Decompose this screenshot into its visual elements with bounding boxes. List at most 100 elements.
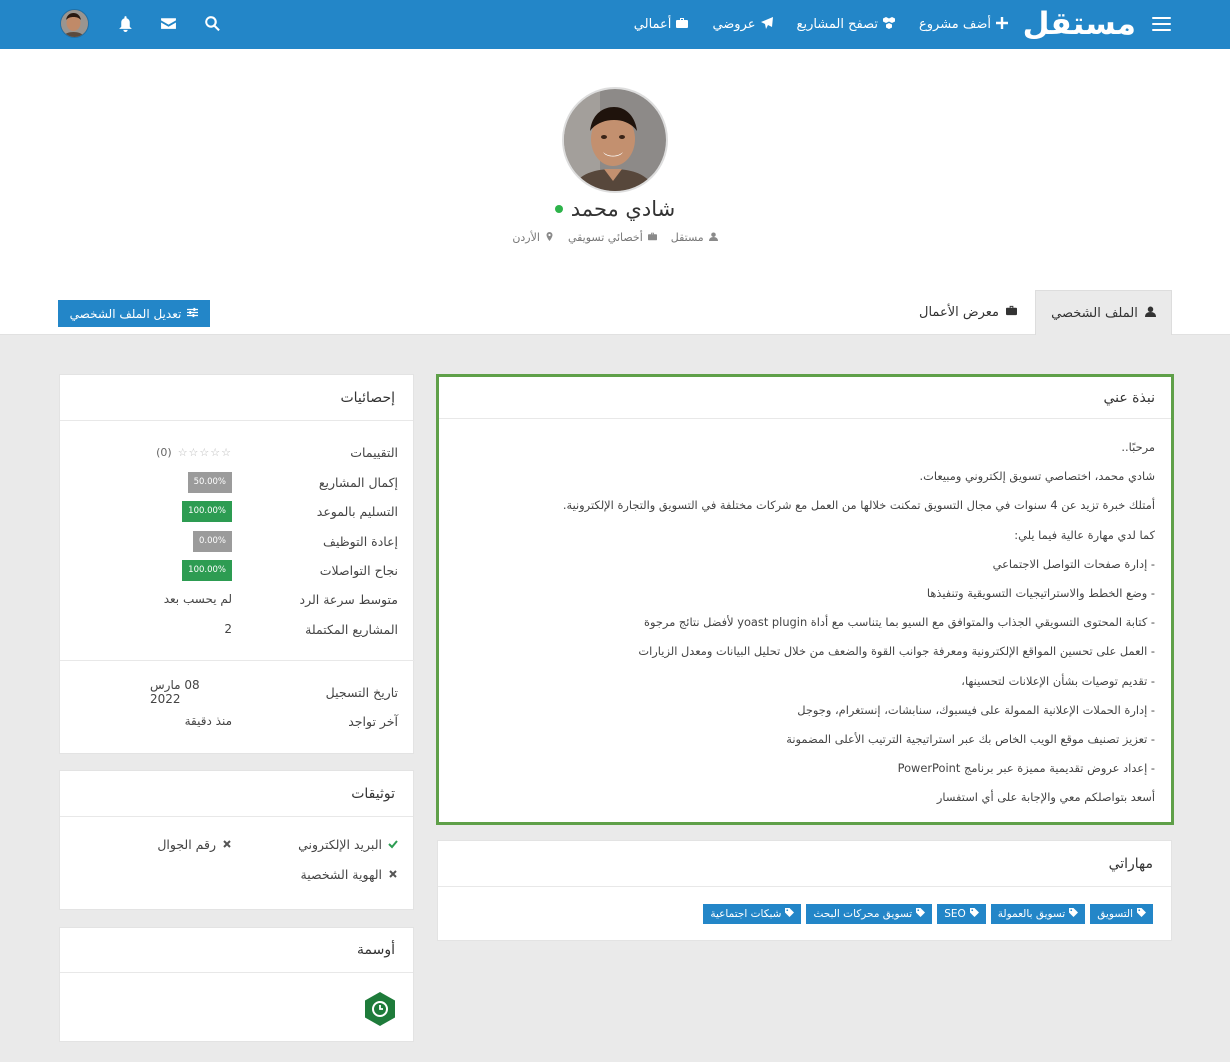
plus-icon [996, 16, 1008, 33]
about-line: - إعداد عروض تقديمية مميزة عبر برنامج Po… [897, 761, 1155, 776]
stat-value: 50.00% [150, 471, 232, 493]
envelope-icon[interactable] [160, 15, 177, 32]
user-avatar[interactable] [60, 9, 89, 38]
briefcase-icon [1005, 305, 1017, 320]
check-icon [388, 837, 398, 852]
site-logo[interactable]: مستقل [1023, 6, 1137, 42]
stat-value: 08 مارس 2022 [150, 678, 200, 706]
stat-label: المشاريع المكتملة [305, 621, 398, 637]
tab-portfolio-label: معرض الأعمال [919, 305, 999, 320]
skill-tag[interactable]: التسويق [1090, 904, 1153, 924]
skill-tag[interactable]: تسويق بالعمولة [990, 904, 1086, 924]
stat-label: آخر تواجد [348, 713, 398, 729]
stat-row-communication: نجاح التواصلات 100.00% [60, 559, 415, 581]
skill-tag[interactable]: SEO [937, 904, 986, 924]
stat-value: 2 [224, 622, 232, 636]
hamburger-menu-icon[interactable] [1152, 17, 1171, 31]
skills-panel: مهاراتي التسويق تسويق بالعمولة SEO تسويق… [437, 840, 1172, 941]
stat-value: 100.00% [150, 559, 232, 581]
stat-label: إكمال المشاريع [318, 474, 398, 490]
verification-identity: الهوية الشخصية [301, 867, 398, 882]
paper-plane-icon [760, 16, 773, 33]
verification-row: البريد الإلكتروني رقم الجوال [60, 837, 415, 859]
stat-row-registered: تاريخ التسجيل 08 مارس 2022 [60, 678, 415, 706]
about-line: مرحبًا.. [1121, 440, 1155, 454]
verification-identity-label: الهوية الشخصية [300, 867, 382, 882]
profile-name: شادي محمد [570, 197, 676, 221]
skill-tag-label: تسويق بالعمولة [997, 908, 1066, 920]
user-icon [1144, 306, 1156, 321]
badges-title: أوسمة [60, 928, 413, 973]
stats-panel: إحصائيات التقييمات (0) ☆☆☆☆☆ إكمال المشا… [59, 374, 415, 754]
about-line: - العمل على تحسين المواقع الإلكترونية وم… [638, 644, 1155, 659]
stat-label: التسليم بالموعد [316, 503, 398, 519]
stat-value: 100.00% [150, 500, 232, 522]
tag-icon [969, 908, 979, 920]
rating-count: (0) [156, 445, 172, 459]
briefcase-icon [676, 17, 689, 33]
rehire-badge: 0.00% [192, 530, 232, 552]
search-icon[interactable] [204, 15, 221, 32]
meta-role: مستقل [671, 231, 718, 244]
nav-my-works-label: أعمالي [633, 17, 672, 32]
stat-value: لم يحسب بعد [163, 592, 232, 606]
tab-profile[interactable]: الملف الشخصي [1035, 290, 1172, 335]
times-icon [388, 867, 398, 882]
nav-my-offers-label: عروضي [712, 17, 756, 32]
stat-label: إعادة التوظيف [323, 533, 398, 549]
tag-icon [1137, 908, 1146, 920]
nav-add-project[interactable]: أضف مشروع [919, 16, 1008, 33]
profile-header: شادي محمد مستقل أخصائي تسويقي الأردن الم… [0, 49, 1230, 335]
skill-tag[interactable]: تسويق محركات البحث [806, 904, 933, 924]
stat-value: 0.00% [150, 530, 232, 552]
stats-title: إحصائيات [60, 375, 413, 421]
about-line: شادي محمد، اختصاصي تسويق إلكتروني ومبيعا… [919, 469, 1155, 484]
bell-icon[interactable] [117, 15, 134, 32]
about-line: - إدارة الحملات الإعلانية الممولة على في… [797, 702, 1155, 717]
user-icon [708, 231, 718, 244]
skill-tag-label: التسويق [1097, 908, 1133, 920]
communication-badge: 100.00% [182, 559, 232, 581]
stat-label: متوسط سرعة الرد [299, 591, 399, 607]
about-line: - تعزيز تصنيف موقع الويب الخاص بك عبر اس… [786, 732, 1155, 747]
about-panel: نبذة عني مرحبًا.. شادي محمد، اختصاصي تسو… [436, 374, 1174, 825]
tag-icon [916, 908, 926, 920]
clock-badge-icon[interactable] [365, 992, 395, 1026]
main-nav: أضف مشروع تصفح المشاريع عروضي أعمالي [634, 0, 1008, 49]
nav-my-works[interactable]: أعمالي [634, 17, 689, 33]
tab-profile-label: الملف الشخصي [1051, 305, 1138, 321]
online-status-indicator [554, 205, 563, 213]
stat-label: نجاح التواصلات [319, 562, 398, 578]
verification-row: الهوية الشخصية [60, 867, 415, 889]
verification-email: البريد الإلكتروني [298, 837, 398, 852]
stat-row-completed: المشاريع المكتملة 2 [60, 618, 415, 640]
meta-location-label: الأردن [512, 231, 540, 244]
tag-icon [1069, 908, 1079, 920]
tab-portfolio[interactable]: معرض الأعمال [905, 290, 1031, 335]
about-line: - إدارة صفحات التواصل الاجتماعي [992, 556, 1155, 571]
skill-tag-label: SEO [944, 908, 966, 920]
cubes-icon [882, 16, 895, 33]
verifications-panel: توثيقات البريد الإلكتروني رقم الجوال اله… [59, 770, 414, 910]
nav-browse-projects[interactable]: تصفح المشاريع [797, 16, 895, 33]
about-line: - كتابة المحتوى التسويقي الجذاب والمتواف… [644, 615, 1155, 630]
profile-avatar [562, 87, 668, 193]
verifications-title: توثيقات [60, 771, 413, 817]
meta-title-label: أخصائي تسويقي [567, 231, 643, 244]
skill-tag-label: شبكات اجتماعية [710, 908, 782, 920]
edit-profile-button[interactable]: تعديل الملف الشخصي [58, 300, 210, 327]
tag-icon [785, 908, 795, 920]
star-rating-icon: ☆☆☆☆☆ [177, 445, 232, 459]
skills-title: مهاراتي [438, 841, 1171, 887]
meta-title: أخصائي تسويقي [568, 231, 657, 244]
badges-panel: أوسمة [59, 927, 414, 1042]
skill-tag[interactable]: شبكات اجتماعية [703, 904, 802, 924]
sliders-icon [187, 307, 199, 321]
nav-my-offers[interactable]: عروضي [712, 16, 773, 33]
verification-email-label: البريد الإلكتروني [298, 837, 382, 852]
stat-row-last-seen: آخر تواجد منذ دقيقة [60, 710, 415, 732]
completion-badge: 50.00% [187, 471, 232, 493]
stats-divider [60, 660, 415, 661]
skill-tag-label: تسويق محركات البحث [813, 908, 913, 920]
stat-row-response: متوسط سرعة الرد لم يحسب بعد [60, 588, 415, 610]
